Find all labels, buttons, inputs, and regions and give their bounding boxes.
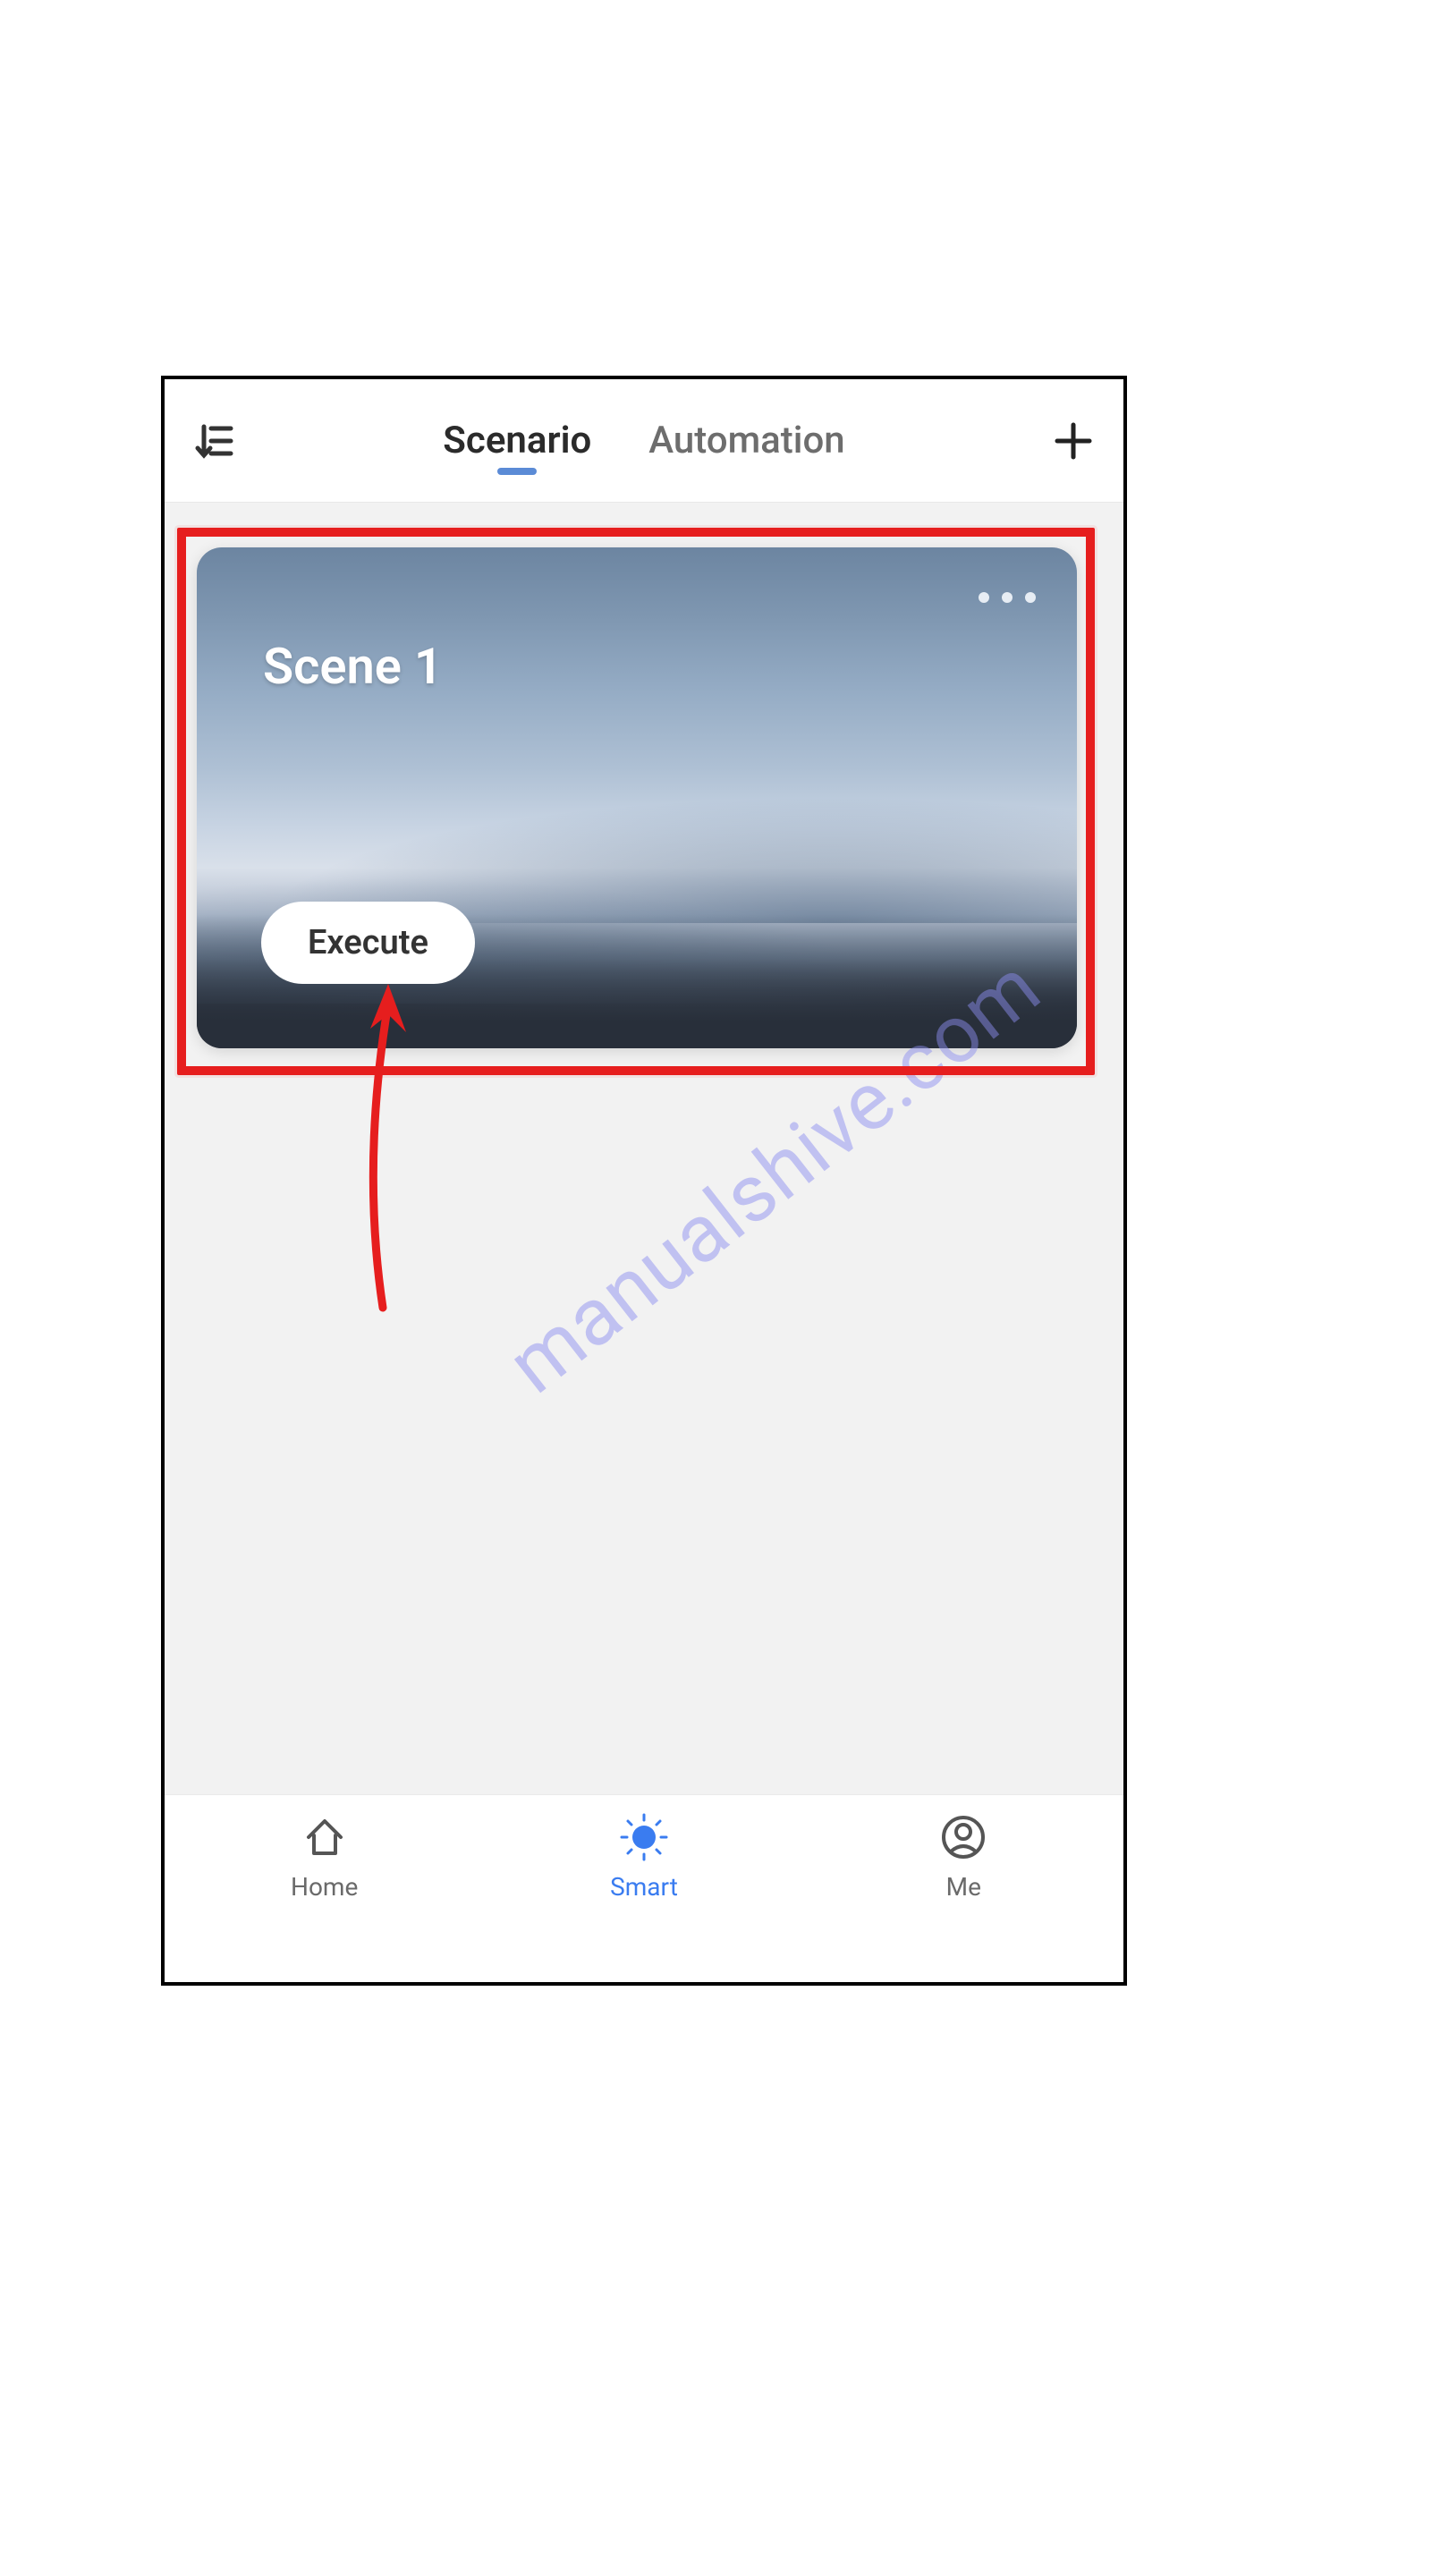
scene-more-button[interactable] [979, 592, 1036, 603]
execute-button[interactable]: Execute [261, 902, 475, 984]
page-root: Scenario Automation [0, 0, 1449, 2576]
tab-scenario[interactable]: Scenario [439, 408, 595, 473]
plus-icon [1052, 419, 1095, 462]
top-bar: Scenario Automation [165, 379, 1123, 503]
scene-title: Scene 1 [263, 637, 443, 696]
nav-label: Smart [610, 1872, 678, 1902]
content-area: Scene 1 Execute manualshive.com [165, 503, 1123, 1794]
phone-frame: Scenario Automation [161, 376, 1127, 1986]
scene-card[interactable]: Scene 1 Execute [197, 547, 1077, 1048]
nav-item-me[interactable]: Me [804, 1811, 1123, 1902]
more-dots-icon [979, 592, 989, 603]
user-icon [937, 1811, 989, 1863]
tabs-container: Scenario Automation [242, 379, 1046, 502]
execute-button-label: Execute [308, 923, 428, 962]
more-dots-icon [1025, 592, 1036, 603]
home-icon [299, 1811, 351, 1863]
bottom-nav: Home [165, 1794, 1123, 1982]
sort-button[interactable] [188, 414, 242, 468]
nav-label: Home [291, 1872, 358, 1902]
nav-label: Me [946, 1872, 981, 1902]
sun-icon [618, 1811, 670, 1863]
nav-item-home[interactable]: Home [165, 1811, 484, 1902]
add-button[interactable] [1046, 414, 1100, 468]
tab-automation[interactable]: Automation [645, 408, 848, 473]
sort-icon [193, 419, 236, 462]
tab-label: Automation [648, 419, 844, 462]
nav-item-smart[interactable]: Smart [484, 1811, 803, 1902]
more-dots-icon [1002, 592, 1013, 603]
tab-label: Scenario [443, 419, 591, 462]
